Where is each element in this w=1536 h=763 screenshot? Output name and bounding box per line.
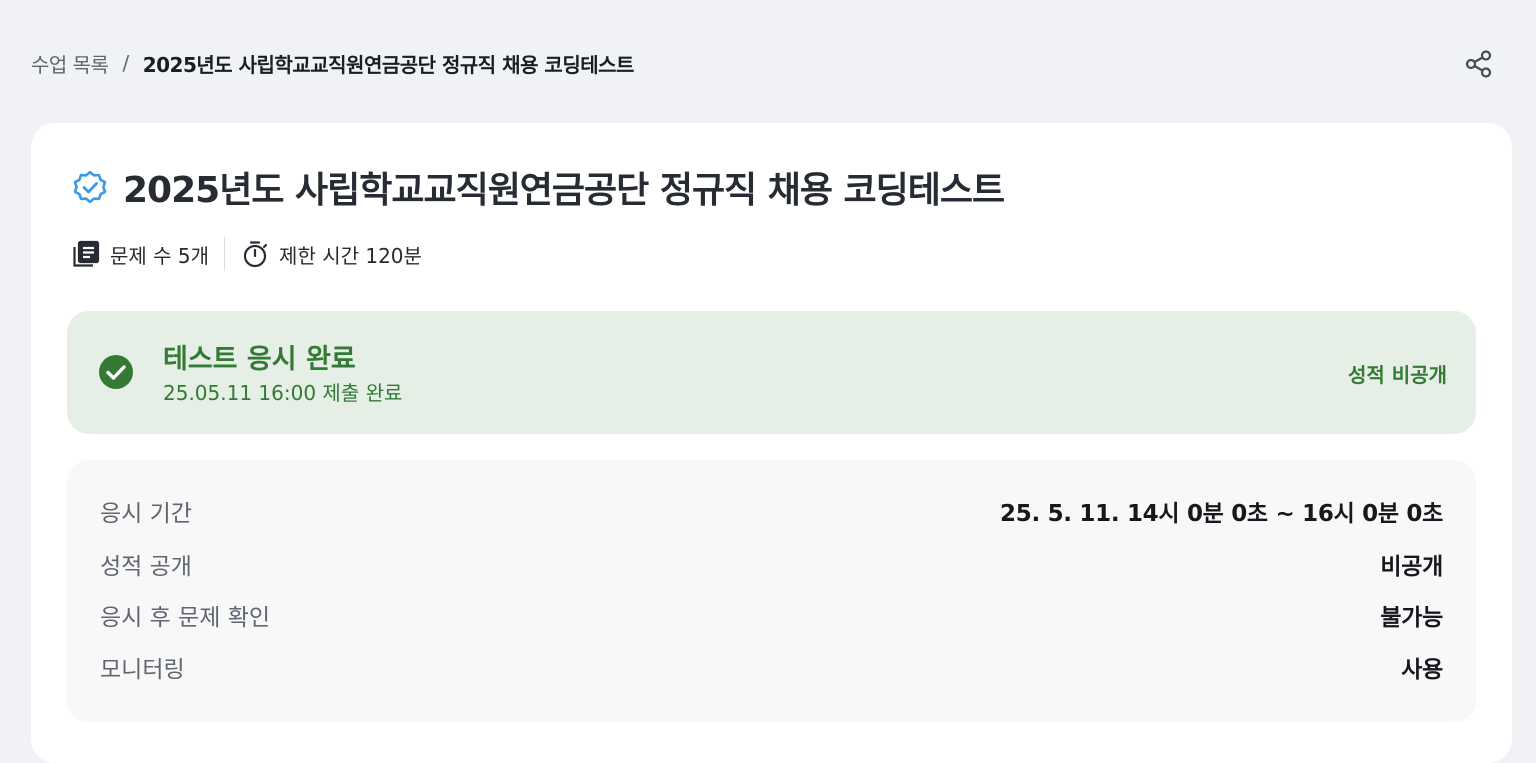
submission-time: 25.05.11 16:00 제출 완료: [163, 381, 403, 405]
info-row-score-disclosure: 성적 공개 비공개: [100, 547, 1443, 581]
test-card: 2025년도 사립학교교직원연금공단 정규직 채용 코딩테스트 문제 수 5개 …: [31, 123, 1512, 763]
info-value: 비공개: [1380, 554, 1443, 580]
info-row-exam-period: 응시 기간 25. 5. 11. 14시 0분 0초 ~ 16시 0분 0초: [100, 494, 1443, 528]
info-row-monitoring: 모니터링 사용: [100, 650, 1443, 684]
completion-status-banner: 테스트 응시 완료 25.05.11 16:00 제출 완료 성적 비공개: [67, 311, 1476, 434]
time-limit: 제한 시간 120분: [240, 239, 422, 269]
problem-count: 문제 수 5개: [71, 239, 209, 269]
time-limit-label: 제한 시간 120분: [279, 243, 422, 268]
problem-count-label: 문제 수 5개: [110, 243, 210, 268]
title-row: 2025년도 사립학교교직원연금공단 정규직 채용 코딩테스트: [71, 163, 1005, 211]
status-title: 테스트 응시 완료: [163, 344, 356, 375]
breadcrumb-class-list-link[interactable]: 수업 목록: [31, 49, 109, 78]
share-icon: [1465, 50, 1492, 78]
info-label: 성적 공개: [100, 554, 192, 580]
share-button[interactable]: [1461, 46, 1497, 82]
info-value: 불가능: [1380, 605, 1443, 631]
info-label: 응시 후 문제 확인: [100, 605, 271, 631]
info-label: 모니터링: [100, 657, 185, 683]
score-visibility: 성적 비공개: [1348, 363, 1447, 387]
info-value: 사용: [1401, 657, 1443, 683]
verified-badge-icon: [73, 170, 107, 204]
info-label: 응시 기간: [100, 501, 192, 527]
breadcrumb: 수업 목록 / 2025년도 사립학교교직원연금공단 정규직 채용 코딩테스트: [31, 49, 634, 77]
stopwatch-icon: [243, 241, 268, 268]
top-bar: 수업 목록 / 2025년도 사립학교교직원연금공단 정규직 채용 코딩테스트: [0, 0, 1536, 123]
book-icon: [73, 240, 100, 267]
test-meta: 문제 수 5개 제한 시간 120분: [71, 236, 422, 272]
breadcrumb-current: 2025년도 사립학교교직원연금공단 정규직 채용 코딩테스트: [142, 52, 635, 77]
breadcrumb-separator: /: [122, 51, 129, 75]
test-info-table: 응시 기간 25. 5. 11. 14시 0분 0초 ~ 16시 0분 0초 성…: [67, 460, 1476, 722]
meta-divider: [224, 237, 226, 271]
check-circle-icon: [99, 355, 133, 389]
info-value: 25. 5. 11. 14시 0분 0초 ~ 16시 0분 0초: [1000, 501, 1443, 527]
info-row-post-exam-review: 응시 후 문제 확인 불가능: [100, 598, 1443, 632]
page-title: 2025년도 사립학교교직원연금공단 정규직 채용 코딩테스트: [123, 170, 1005, 211]
